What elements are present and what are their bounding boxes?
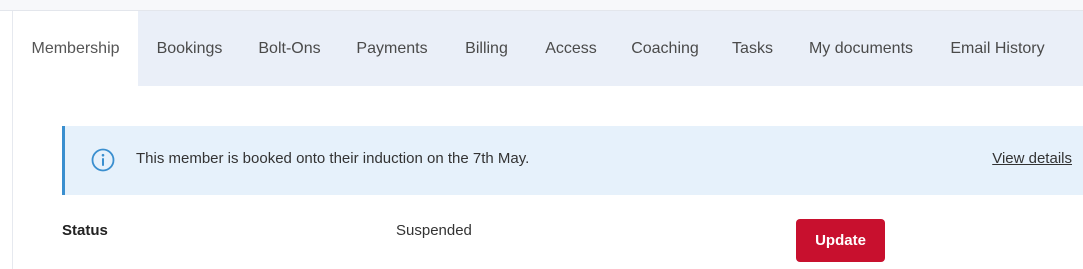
tab-bar: Membership Bookings Bolt-Ons Payments Bi… — [13, 11, 1083, 86]
info-banner: This member is booked onto their inducti… — [62, 126, 1083, 195]
tab-billing[interactable]: Billing — [446, 11, 527, 86]
info-icon — [91, 148, 115, 172]
tab-email-history[interactable]: Email History — [932, 11, 1063, 86]
tab-tasks[interactable]: Tasks — [715, 11, 790, 86]
tab-payments[interactable]: Payments — [338, 11, 446, 86]
tab-bolt-ons[interactable]: Bolt-Ons — [241, 11, 338, 86]
top-strip — [0, 0, 1083, 11]
status-value: Suspended — [396, 222, 472, 239]
tab-bookings[interactable]: Bookings — [138, 11, 241, 86]
tab-membership[interactable]: Membership — [13, 11, 138, 86]
status-label: Status — [62, 222, 108, 239]
tab-my-documents[interactable]: My documents — [790, 11, 932, 86]
tab-access[interactable]: Access — [527, 11, 615, 86]
tab-coaching[interactable]: Coaching — [615, 11, 715, 86]
view-details-link[interactable]: View details — [992, 150, 1072, 167]
member-profile-page: Membership Bookings Bolt-Ons Payments Bi… — [0, 0, 1083, 269]
update-button[interactable]: Update — [796, 219, 885, 262]
banner-message: This member is booked onto their inducti… — [136, 150, 530, 167]
